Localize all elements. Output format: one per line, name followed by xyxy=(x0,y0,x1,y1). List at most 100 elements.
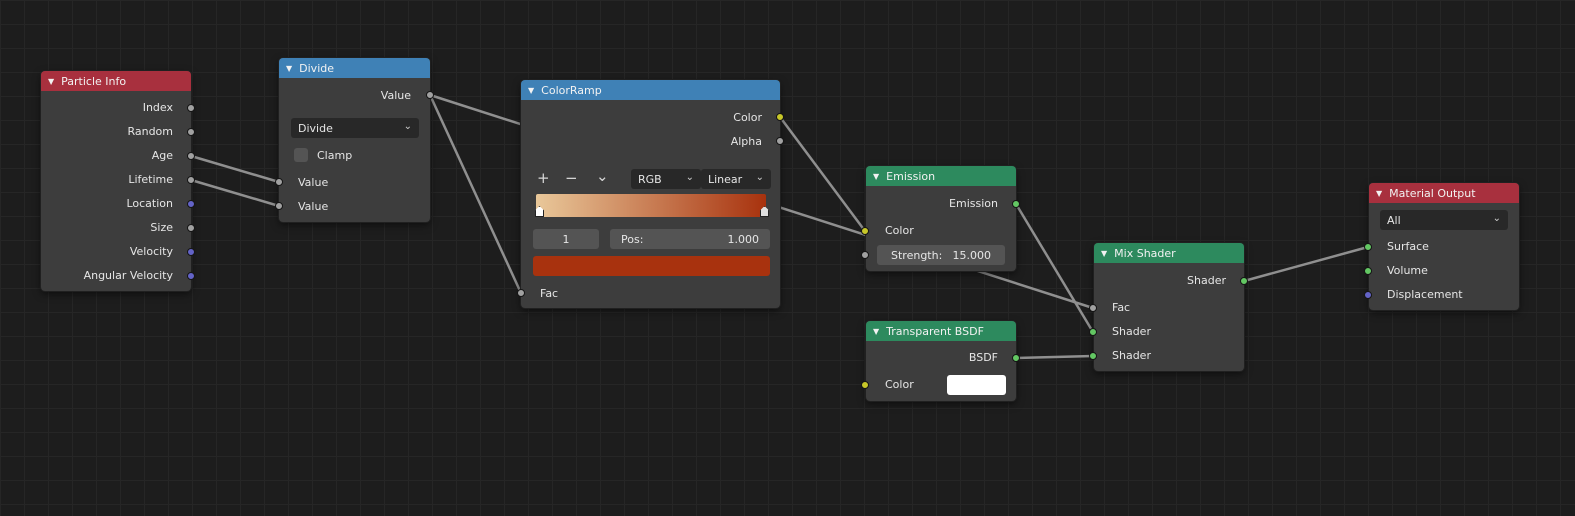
output-label-angular-velocity: Angular Velocity xyxy=(83,269,173,282)
output-socket-color[interactable] xyxy=(776,113,784,121)
node-title: Material Output xyxy=(1389,186,1476,200)
color-swatch[interactable] xyxy=(947,375,1006,395)
chevron-down-icon: ⌄ xyxy=(1492,213,1501,224)
input-socket-displacement[interactable] xyxy=(1364,291,1372,299)
output-socket-location[interactable] xyxy=(187,200,195,208)
output-socket-index[interactable] xyxy=(187,104,195,112)
node-link[interactable] xyxy=(1014,202,1095,334)
color-mode-value: RGB xyxy=(638,172,662,186)
input-socket-color[interactable] xyxy=(861,381,869,389)
input-label-fac: Fac xyxy=(1112,301,1131,314)
node-header[interactable]: ▼ Mix Shader xyxy=(1094,243,1244,263)
node-header[interactable]: ▼ Transparent BSDF xyxy=(866,321,1016,341)
node-link[interactable] xyxy=(428,93,523,295)
output-label-index: Index xyxy=(142,101,173,114)
node-title: Mix Shader xyxy=(1114,246,1176,260)
output-socket-angular-velocity[interactable] xyxy=(187,272,195,280)
strength-label: Strength: xyxy=(891,248,943,262)
output-label-age: Age xyxy=(151,149,173,162)
collapse-arrow-icon[interactable]: ▼ xyxy=(528,86,534,95)
node-colorramp[interactable]: ▼ ColorRamp Color Alpha + − ⌄ RGB ⌄ Line… xyxy=(521,80,780,308)
collapse-arrow-icon[interactable]: ▼ xyxy=(873,327,879,336)
node-links xyxy=(189,93,1370,360)
remove-stop-icon[interactable]: − xyxy=(565,170,578,186)
input-label-value-1: Value xyxy=(298,176,329,189)
output-label-alpha: Alpha xyxy=(730,135,762,148)
output-label-color: Color xyxy=(733,111,762,124)
node-mix-shader[interactable]: ▼ Mix Shader Shader Fac Shader Shader xyxy=(1094,243,1244,371)
node-title: Emission xyxy=(886,169,936,183)
input-socket-fac[interactable] xyxy=(517,289,525,297)
stop-index-value: 1 xyxy=(562,232,570,246)
stop-index-field[interactable]: 1 xyxy=(533,229,599,249)
output-socket-age[interactable] xyxy=(187,152,195,160)
chevron-down-icon: ⌄ xyxy=(403,121,412,132)
output-socket-value[interactable] xyxy=(426,91,434,99)
output-label-shader: Shader xyxy=(1187,274,1226,287)
strength-value: 15.000 xyxy=(952,248,992,262)
node-material-output[interactable]: ▼ Material Output All ⌄ Surface Volume D… xyxy=(1369,183,1519,310)
node-particle-info[interactable]: ▼ Particle Info Index Random Age Lifetim… xyxy=(41,71,191,291)
operation-dropdown[interactable]: Divide ⌄ xyxy=(291,118,419,138)
output-label-random: Random xyxy=(127,125,173,138)
collapse-arrow-icon[interactable]: ▼ xyxy=(1376,189,1382,198)
node-link[interactable] xyxy=(189,178,281,208)
clamp-checkbox[interactable] xyxy=(294,148,308,162)
output-label-value: Value xyxy=(380,89,411,102)
output-label-bsdf: BSDF xyxy=(968,351,998,364)
input-socket-volume[interactable] xyxy=(1364,267,1372,275)
input-socket-shader-1[interactable] xyxy=(1089,328,1097,336)
input-socket-surface[interactable] xyxy=(1364,243,1372,251)
node-link[interactable] xyxy=(1242,245,1370,283)
interpolation-value: Linear xyxy=(708,172,743,186)
node-title: Particle Info xyxy=(61,74,127,88)
node-divide[interactable]: ▼ Divide Value Divide ⌄ Clamp Value Valu… xyxy=(279,58,430,222)
output-socket-velocity[interactable] xyxy=(187,248,195,256)
output-socket-alpha[interactable] xyxy=(776,137,784,145)
input-label-color: Color xyxy=(885,224,914,237)
input-socket-fac[interactable] xyxy=(1089,304,1097,312)
pos-label: Pos: xyxy=(621,232,644,246)
strength-field[interactable]: Strength: 15.000 xyxy=(877,245,1005,265)
input-socket-value-1[interactable] xyxy=(275,178,283,186)
input-label-fac: Fac xyxy=(540,287,559,300)
pos-value: 1.000 xyxy=(727,232,760,246)
target-dropdown[interactable]: All ⌄ xyxy=(1380,210,1508,230)
input-label-surface: Surface xyxy=(1387,240,1429,253)
node-emission[interactable]: ▼ Emission Emission Color Strength: 15.0… xyxy=(866,166,1016,271)
input-socket-shader-2[interactable] xyxy=(1089,352,1097,360)
node-header[interactable]: ▼ Particle Info xyxy=(41,71,191,91)
node-link[interactable] xyxy=(1014,354,1095,360)
node-title: Transparent BSDF xyxy=(886,324,984,338)
interpolation-dropdown[interactable]: Linear ⌄ xyxy=(701,169,771,189)
output-socket-shader[interactable] xyxy=(1240,277,1248,285)
target-value: All xyxy=(1387,213,1401,227)
collapse-arrow-icon[interactable]: ▼ xyxy=(1101,249,1107,258)
output-socket-random[interactable] xyxy=(187,128,195,136)
chevron-down-icon: ⌄ xyxy=(755,172,764,183)
node-header[interactable]: ▼ Emission xyxy=(866,166,1016,186)
node-link[interactable] xyxy=(189,154,281,184)
stop-color-swatch[interactable] xyxy=(533,256,770,276)
input-socket-color[interactable] xyxy=(861,227,869,235)
output-socket-bsdf[interactable] xyxy=(1012,354,1020,362)
node-header[interactable]: ▼ ColorRamp xyxy=(521,80,780,100)
input-label-value-2: Value xyxy=(298,200,329,213)
stop-position-field[interactable]: Pos: 1.000 xyxy=(610,229,770,249)
collapse-arrow-icon[interactable]: ▼ xyxy=(286,64,292,73)
collapse-arrow-icon[interactable]: ▼ xyxy=(48,77,54,86)
output-socket-size[interactable] xyxy=(187,224,195,232)
collapse-arrow-icon[interactable]: ▼ xyxy=(873,172,879,181)
ramp-menu-icon[interactable]: ⌄ xyxy=(596,168,609,184)
output-socket-emission[interactable] xyxy=(1012,200,1020,208)
add-stop-icon[interactable]: + xyxy=(537,170,550,186)
input-socket-strength[interactable] xyxy=(861,251,869,259)
node-transparent-bsdf[interactable]: ▼ Transparent BSDF BSDF Color xyxy=(866,321,1016,401)
node-header[interactable]: ▼ Divide xyxy=(279,58,430,78)
output-socket-lifetime[interactable] xyxy=(187,176,195,184)
node-link[interactable] xyxy=(778,115,867,233)
color-mode-dropdown[interactable]: RGB ⌄ xyxy=(631,169,701,189)
input-socket-value-2[interactable] xyxy=(275,202,283,210)
color-ramp-gradient[interactable] xyxy=(536,194,766,217)
node-header[interactable]: ▼ Material Output xyxy=(1369,183,1519,203)
